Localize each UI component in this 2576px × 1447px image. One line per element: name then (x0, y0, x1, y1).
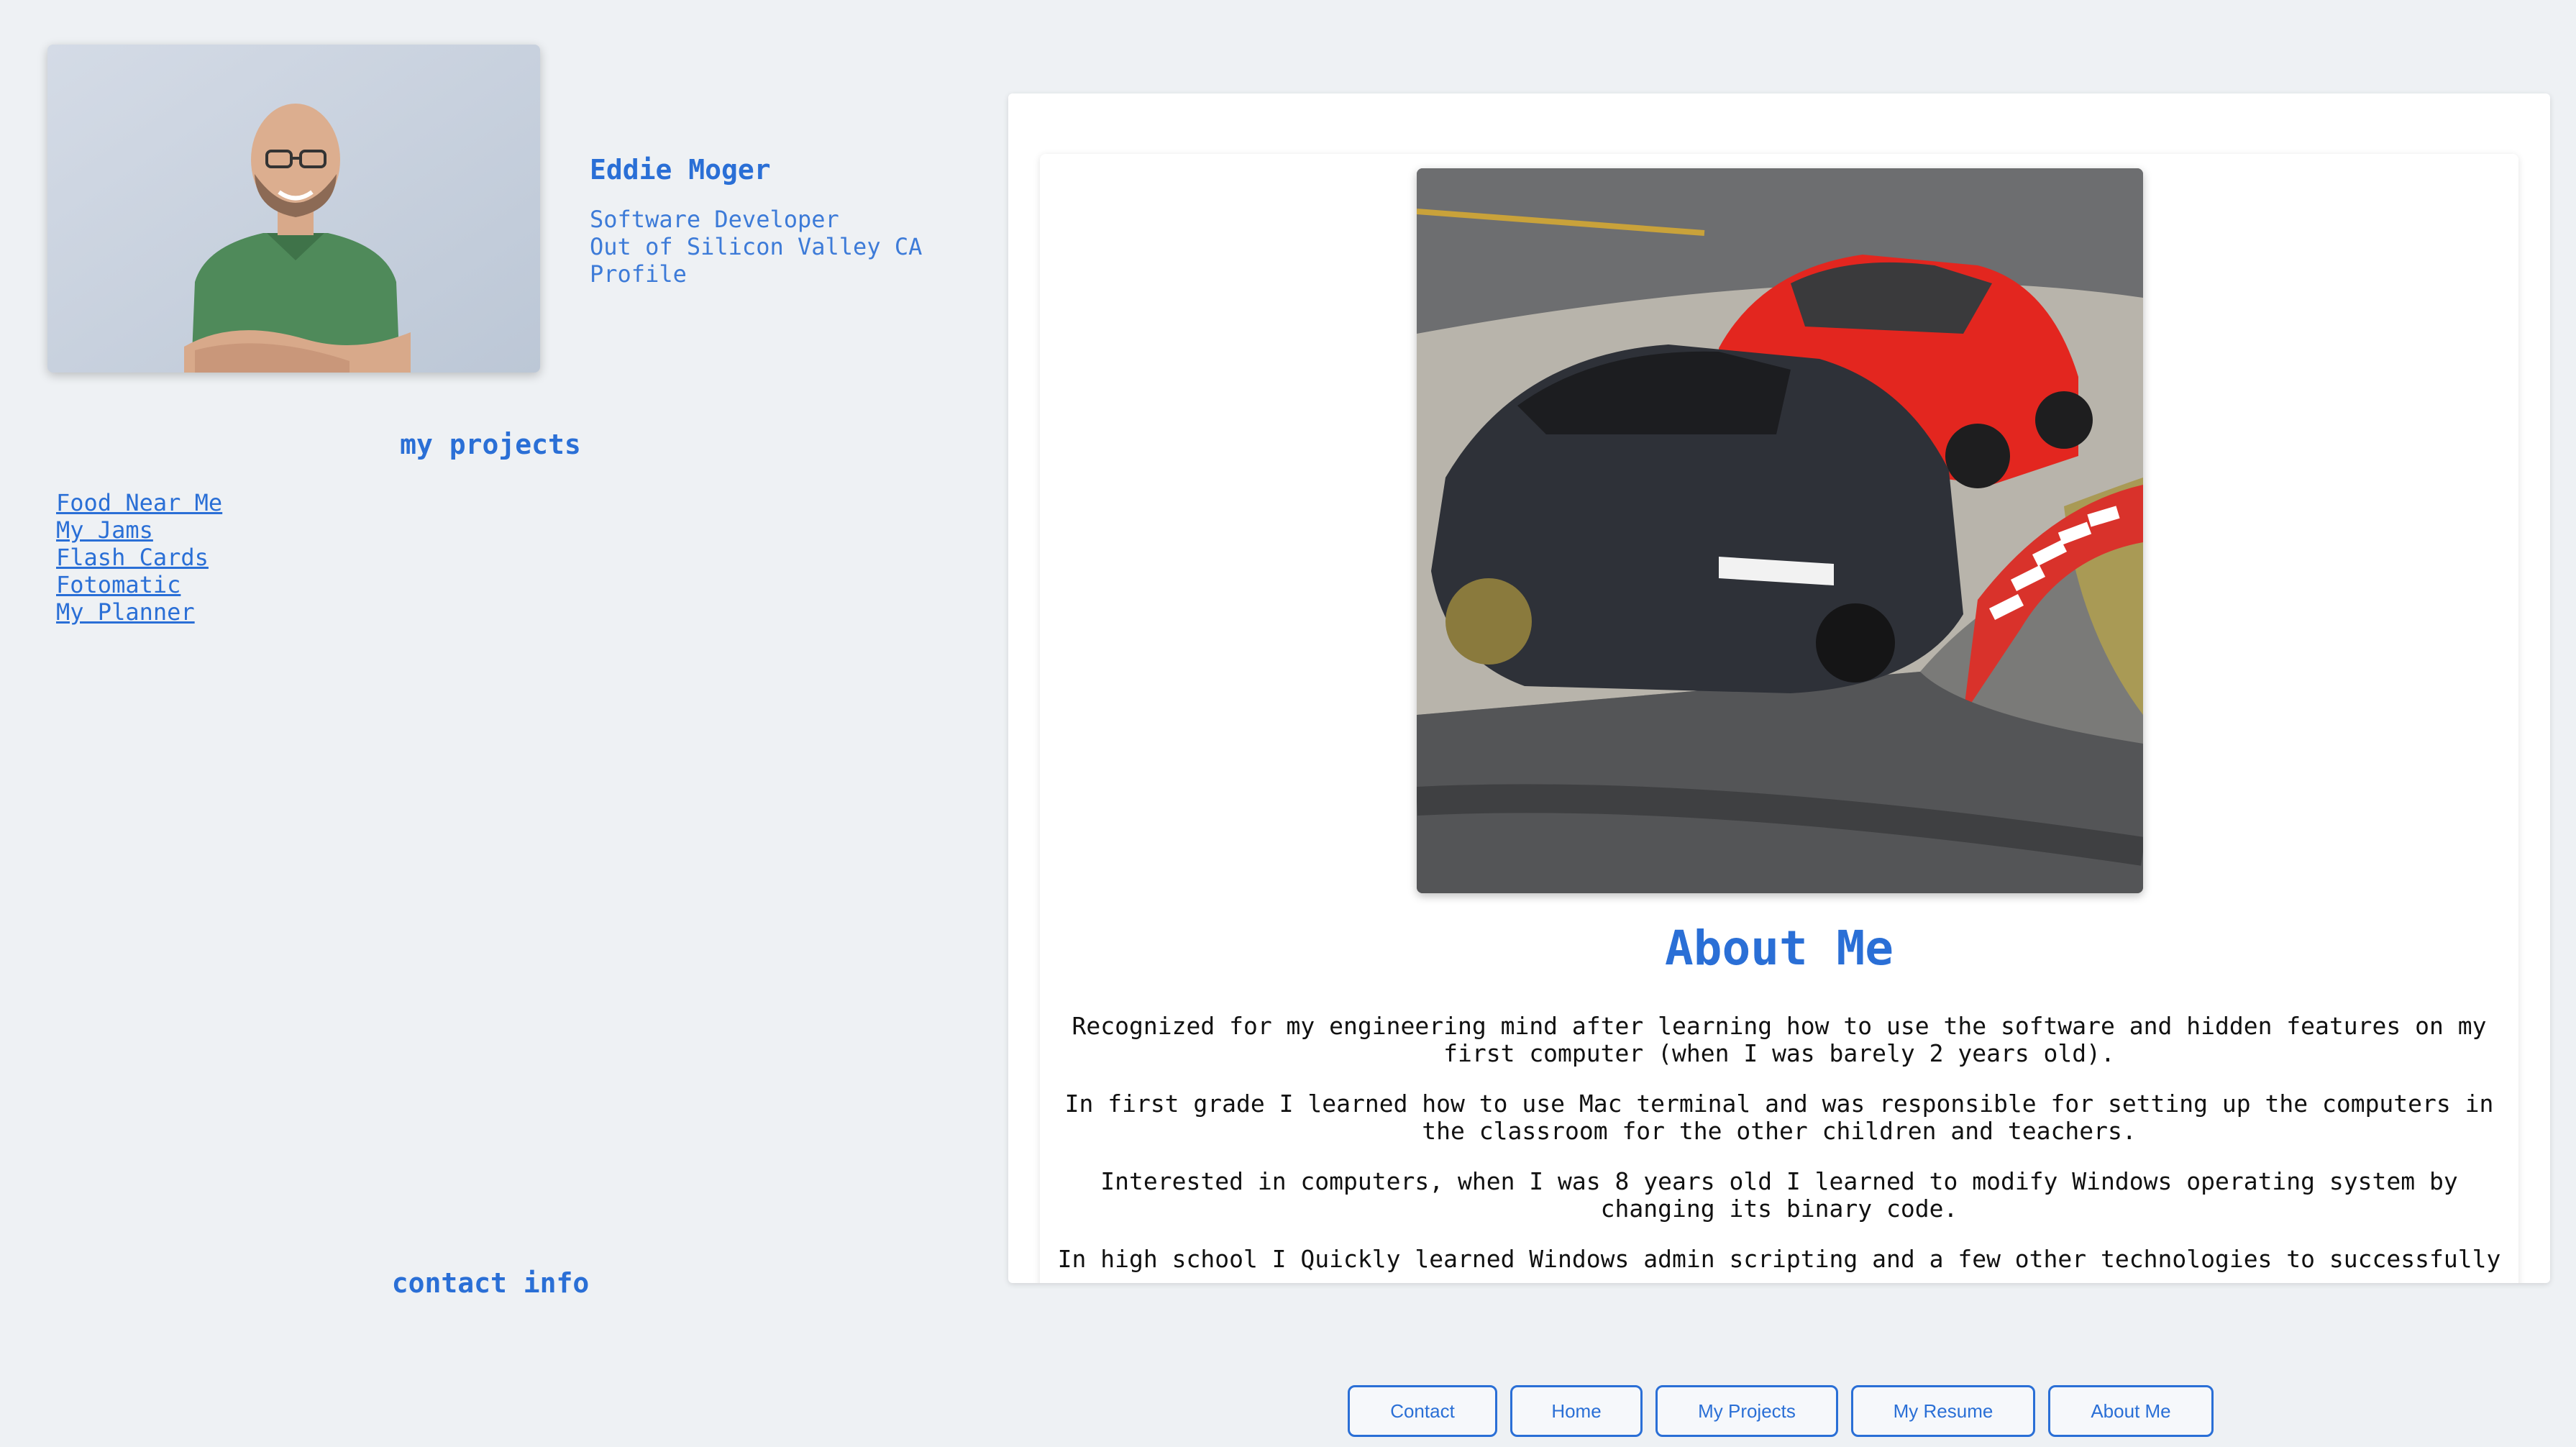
home-button[interactable]: Home (1510, 1385, 1643, 1437)
about-body: Recognized for my engineering mind after… (1056, 1013, 2503, 1283)
about-title: About Me (1665, 921, 1894, 976)
list-item: Flash Cards (56, 544, 222, 571)
race-cars-photo (1417, 168, 2143, 893)
profile-info: Eddie Moger Software Developer Out of Si… (590, 154, 922, 288)
project-link-food-near-me[interactable]: Food Near Me (56, 489, 222, 516)
bottom-nav: Contact Home My Projects My Resume About… (1348, 1385, 2214, 1437)
projects-heading: my projects (400, 429, 581, 460)
project-link-my-planner[interactable]: My Planner (56, 598, 195, 626)
contact-heading: contact info (391, 1267, 590, 1299)
about-paragraph: In first grade I learned how to use Mac … (1064, 1090, 2494, 1145)
profile-title: Software Developer (590, 206, 839, 233)
profile-location: Out of Silicon Valley CA (590, 233, 923, 260)
list-item: Fotomatic (56, 571, 222, 598)
profile-link-label: Profile (590, 260, 687, 288)
projects-list: Food Near Me My Jams Flash Cards Fotomat… (56, 489, 222, 626)
project-link-my-jams[interactable]: My Jams (56, 516, 153, 544)
profile-name: Eddie Moger (590, 154, 771, 186)
contact-button[interactable]: Contact (1348, 1385, 1497, 1437)
project-link-fotomatic[interactable]: Fotomatic (56, 571, 181, 598)
about-card: About Me Recognized for my engineering m… (1040, 154, 2518, 1283)
my-projects-button[interactable]: My Projects (1655, 1385, 1838, 1437)
about-paragraph: In high school I Quickly learned Windows… (1057, 1245, 2501, 1273)
list-item: My Planner (56, 598, 222, 626)
list-item: Food Near Me (56, 489, 222, 516)
main-panel[interactable]: About Me Recognized for my engineering m… (1008, 93, 2550, 1283)
profile-photo (47, 45, 540, 373)
my-resume-button[interactable]: My Resume (1851, 1385, 2035, 1437)
about-paragraph: Recognized for my engineering mind after… (1072, 1012, 2487, 1067)
about-me-button[interactable]: About Me (2048, 1385, 2214, 1437)
list-item: My Jams (56, 516, 222, 544)
project-link-flash-cards[interactable]: Flash Cards (56, 544, 209, 571)
about-paragraph: Interested in computers, when I was 8 ye… (1100, 1167, 2458, 1223)
